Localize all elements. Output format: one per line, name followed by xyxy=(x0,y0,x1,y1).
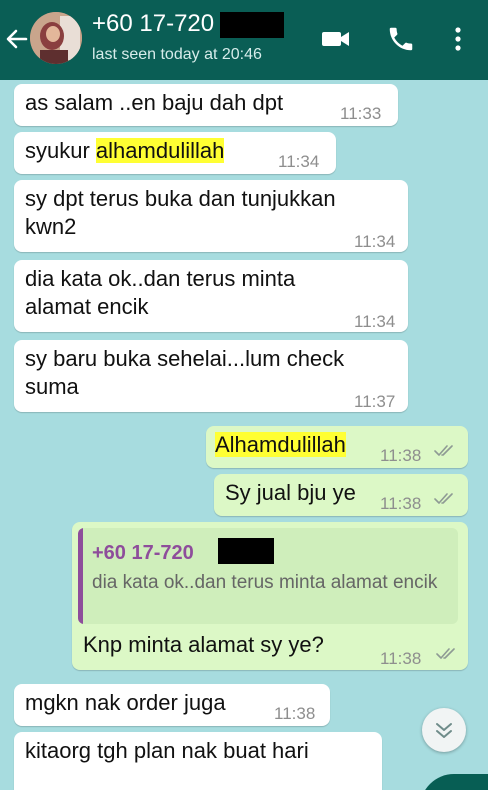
message-text: mgkn nak order juga xyxy=(25,690,226,715)
message-time: 11:34 xyxy=(354,232,396,251)
redaction-box xyxy=(218,538,274,564)
message-bubble-incoming[interactable]: kitaorg tgh plan nak buat hari xyxy=(14,732,382,790)
message-text-line2: alamat encik xyxy=(25,294,149,319)
message-bubble-outgoing[interactable]: Alhamdulillah 11:38 xyxy=(206,426,468,468)
message-bubble-outgoing-reply[interactable]: +60 17-720 dia kata ok..dan terus minta … xyxy=(72,522,468,670)
message-text: syukur alhamdulillah xyxy=(25,136,225,166)
message-text-line1: sy dpt terus buka dan tunjukkan xyxy=(25,186,336,211)
message-text: Alhamdulillah xyxy=(215,430,346,460)
message-time: 11:38 xyxy=(380,446,422,465)
message-time: 11:34 xyxy=(278,152,320,171)
highlighted-text: Alhamdulillah xyxy=(215,432,346,457)
read-receipt-icon xyxy=(434,445,453,456)
double-chevron-down-icon xyxy=(436,723,452,738)
message-time: 11:37 xyxy=(354,392,396,411)
quoted-text: dia kata ok..dan terus minta alamat enci… xyxy=(92,572,438,593)
message-text: kitaorg tgh plan nak buat hari xyxy=(25,738,309,763)
message-text: Sy jual bju ye xyxy=(225,480,356,505)
back-arrow-icon[interactable] xyxy=(4,24,30,54)
video-call-icon[interactable] xyxy=(320,24,352,54)
more-vert-icon[interactable] xyxy=(450,24,466,54)
message-time: 11:38 xyxy=(380,649,422,668)
message-bubble-outgoing[interactable]: Sy jual bju ye 11:38 xyxy=(214,474,468,516)
message-time: 11:34 xyxy=(354,312,396,331)
message-time: 11:33 xyxy=(340,104,382,123)
scroll-to-bottom-button[interactable] xyxy=(422,708,466,752)
message-bubble-incoming[interactable]: dia kata ok..dan terus minta alamat enci… xyxy=(14,260,408,332)
message-text-line2: kwn2 xyxy=(25,214,77,239)
message-time: 11:38 xyxy=(274,704,316,723)
message-text: as salam ..en baju dah dpt xyxy=(25,90,284,115)
message-text-plain: syukur xyxy=(25,138,96,163)
message-bubble-incoming[interactable]: mgkn nak order juga 11:38 xyxy=(14,684,330,726)
chat-area[interactable]: as salam ..en baju dah dpt 11:33 syukur … xyxy=(0,80,488,790)
message-bubble-incoming[interactable]: as salam ..en baju dah dpt 11:33 xyxy=(14,84,398,126)
quote-accent-bar xyxy=(78,528,83,624)
message-time: 11:38 xyxy=(380,494,422,513)
message-text-line1: sy baru buka sehelai...lum check xyxy=(25,346,345,371)
redaction-box xyxy=(220,12,284,38)
highlighted-text: alhamdulillah xyxy=(95,138,225,163)
last-seen-status: last seen today at 20:46 xyxy=(92,46,262,63)
avatar[interactable] xyxy=(30,12,82,64)
quoted-message[interactable]: +60 17-720 dia kata ok..dan terus minta … xyxy=(78,528,458,624)
message-bubble-incoming[interactable]: sy baru buka sehelai...lum check suma 11… xyxy=(14,340,408,412)
message-text: Knp minta alamat sy ye? xyxy=(83,632,324,657)
read-receipt-icon xyxy=(436,648,455,659)
message-bubble-incoming[interactable]: syukur alhamdulillah 11:34 xyxy=(14,132,336,174)
message-bubble-incoming[interactable]: sy dpt terus buka dan tunjukkan kwn2 11:… xyxy=(14,180,408,252)
read-receipt-icon xyxy=(434,493,453,504)
chat-header: +60 17-720 last seen today at 20:46 xyxy=(0,0,488,80)
voice-record-button[interactable] xyxy=(420,774,488,790)
contact-name[interactable]: +60 17-720 xyxy=(92,10,214,38)
phone-icon[interactable] xyxy=(386,24,416,54)
quoted-sender-name: +60 17-720 xyxy=(92,542,194,564)
message-text-line1: dia kata ok..dan terus minta xyxy=(25,266,296,291)
message-text-line2: suma xyxy=(25,374,79,399)
